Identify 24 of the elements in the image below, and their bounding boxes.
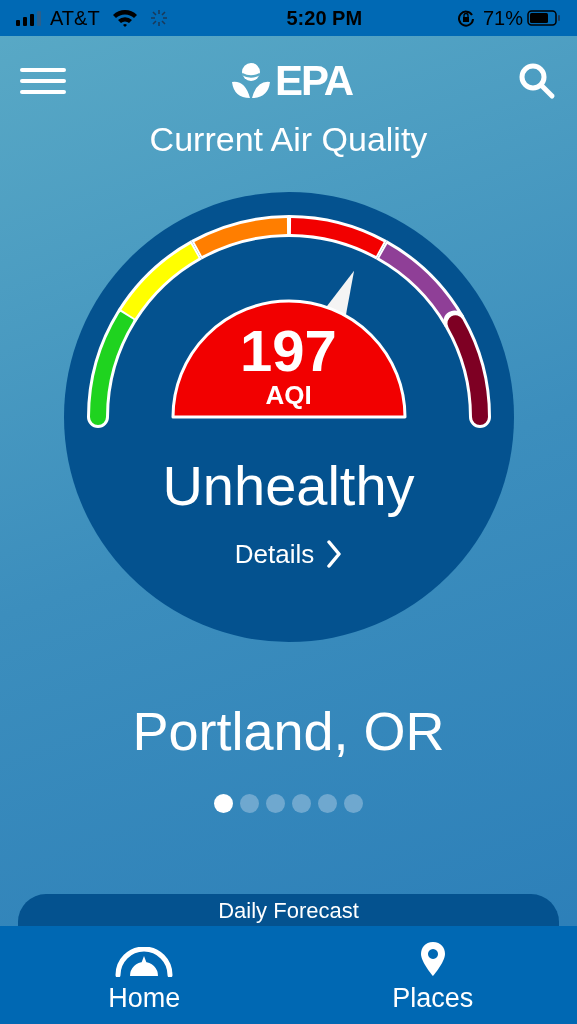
section-title: Current Air Quality [148, 122, 429, 156]
battery-icon [527, 10, 561, 26]
flower-logo-icon [230, 62, 271, 100]
search-button[interactable] [517, 61, 557, 101]
battery-percent: 71% [482, 6, 523, 31]
forecast-title: Daily Forecast [218, 900, 359, 925]
forecast-card[interactable]: Daily Forecast [18, 894, 559, 926]
aqi-value: 197 [240, 322, 337, 380]
loading-icon [149, 9, 168, 27]
location-name: Portland, OR [131, 704, 446, 758]
clock-time: 5:20 PM [285, 6, 363, 31]
logo-text: EPA [274, 60, 353, 102]
details-link[interactable]: Details [234, 540, 343, 568]
wifi-icon [111, 9, 138, 27]
rotation-lock-icon [456, 9, 475, 27]
search-icon [518, 62, 556, 100]
aqi-unit: AQI [265, 382, 312, 408]
pin-icon [419, 941, 446, 977]
tab-bar-item[interactable]: Home [0, 926, 289, 1024]
tab-bar-item[interactable]: Places [288, 926, 577, 1024]
carrier-name: AT&T [50, 6, 100, 31]
signal-icon [16, 10, 42, 26]
gauge-icon [114, 947, 175, 977]
chevron-right-icon [326, 540, 343, 568]
